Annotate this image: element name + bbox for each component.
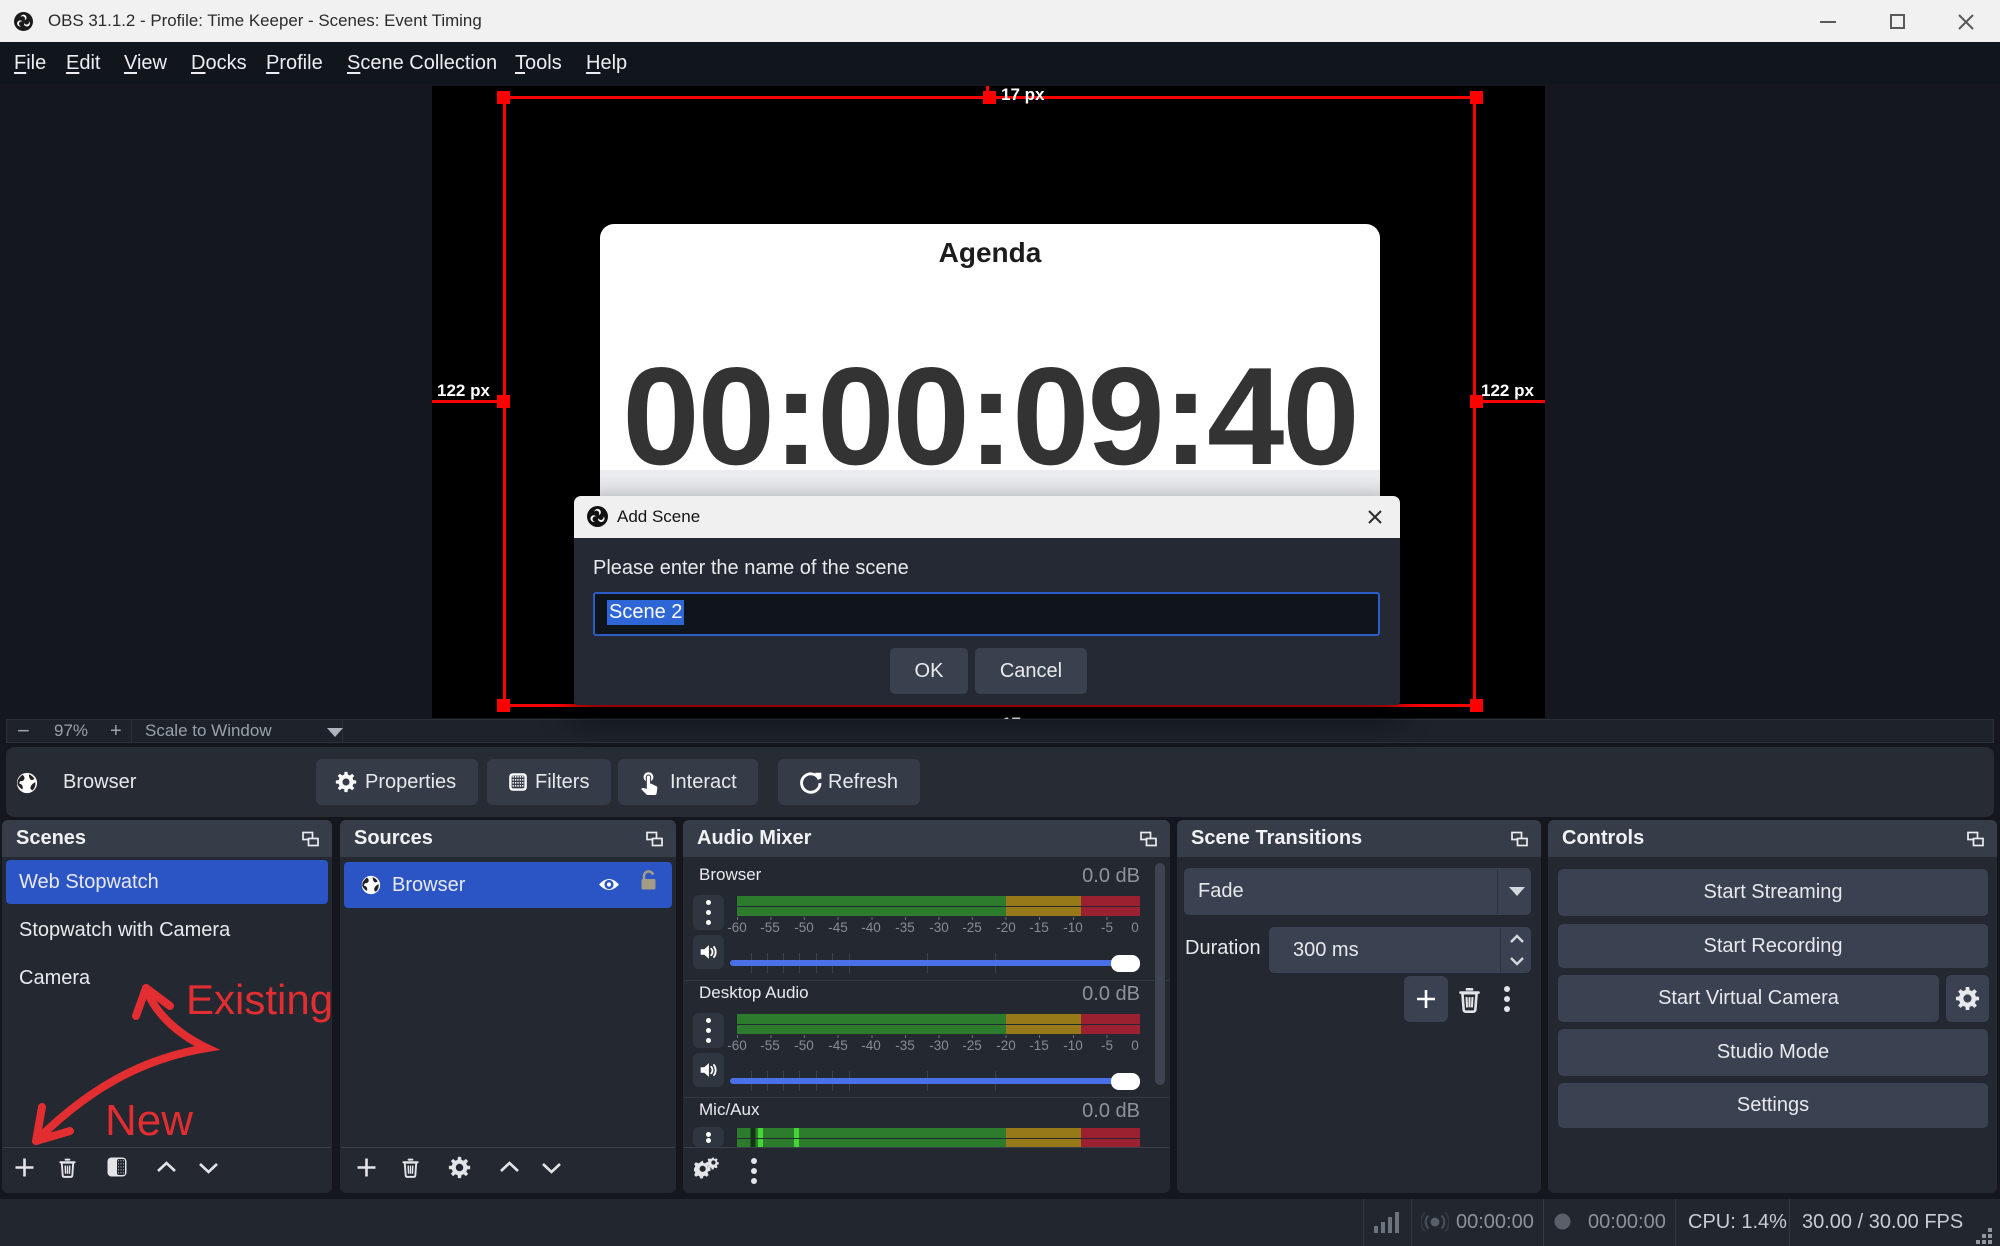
svg-text:New: New bbox=[105, 1096, 193, 1145]
svg-text:Existing: Existing bbox=[186, 976, 333, 1023]
